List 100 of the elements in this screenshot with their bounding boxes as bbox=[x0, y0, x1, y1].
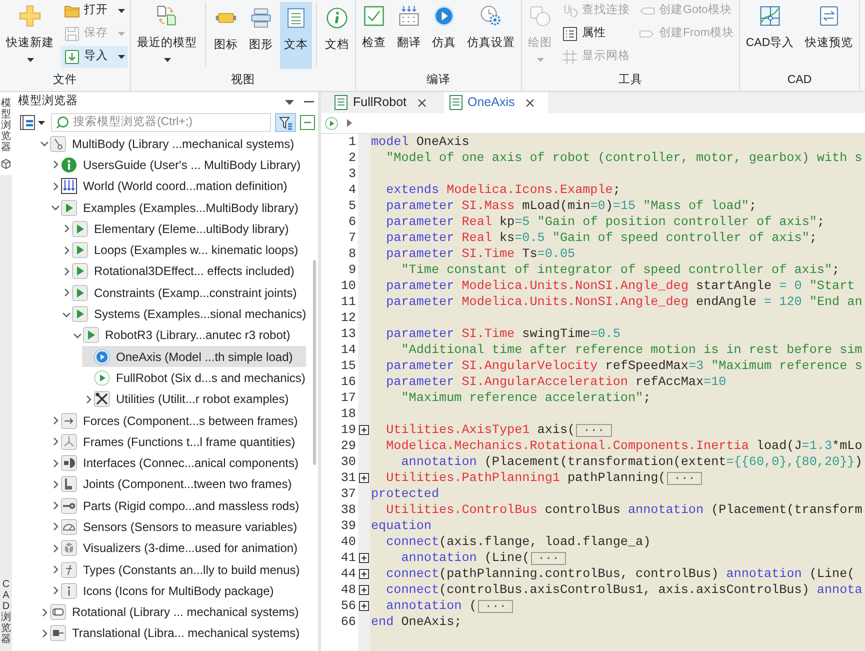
line-number: 41 bbox=[340, 550, 356, 566]
chevron-icon[interactable] bbox=[50, 480, 60, 489]
minimize-icon[interactable] bbox=[304, 101, 314, 103]
chevron-icon[interactable] bbox=[84, 394, 92, 404]
tree-view-button[interactable] bbox=[18, 113, 47, 132]
diagram-view-button[interactable]: 图形 bbox=[245, 2, 277, 69]
line-number: 56 bbox=[340, 598, 356, 614]
text-view-button[interactable]: 文本 bbox=[280, 2, 312, 69]
chevron-icon[interactable] bbox=[40, 628, 48, 638]
tree-item[interactable]: World (World coord...mation definition) bbox=[49, 176, 306, 197]
chevron-icon[interactable] bbox=[50, 501, 60, 510]
tree-item[interactable]: OneAxis (Model ...th simple load) bbox=[82, 346, 306, 368]
tree-item[interactable]: Frames (Functions t...l frame quantities) bbox=[49, 431, 306, 452]
filter-button[interactable] bbox=[275, 113, 296, 132]
chevron-icon[interactable] bbox=[62, 246, 70, 255]
play-icon[interactable] bbox=[325, 116, 338, 130]
expand-icon[interactable] bbox=[359, 425, 369, 435]
chevron-icon[interactable] bbox=[50, 522, 60, 532]
chevron-icon[interactable] bbox=[62, 224, 70, 234]
grid-arrows-icon bbox=[398, 5, 420, 27]
tree-item[interactable]: Rotational3DEffect... effects included) bbox=[60, 260, 306, 282]
recent-models-button[interactable]: 最近的模型 bbox=[133, 0, 201, 67]
tree-item[interactable]: Systems (Examples...sional mechanics) bbox=[60, 303, 306, 325]
tree-item[interactable]: Rotational (Library ... mechanical systems) bbox=[38, 602, 306, 623]
caret-right-icon[interactable] bbox=[347, 119, 352, 127]
chevron-icon[interactable] bbox=[50, 586, 60, 596]
close-icon[interactable] bbox=[418, 98, 426, 106]
tree-item[interactable]: Forces (Component...s between frames) bbox=[49, 410, 306, 432]
chevron-icon[interactable] bbox=[50, 565, 60, 574]
documentation-button[interactable]: 文档 bbox=[321, 2, 353, 69]
simulate-button[interactable]: 仿真 bbox=[428, 0, 460, 67]
chevron-icon[interactable] bbox=[50, 544, 60, 553]
cad-import-button[interactable]: CAD导入 bbox=[742, 0, 798, 67]
info-icon bbox=[61, 582, 77, 599]
chevron-icon[interactable] bbox=[62, 288, 70, 298]
line-number: 39 bbox=[340, 518, 356, 534]
tree-item[interactable]: MultiBody (Library ...mechanical systems) bbox=[38, 133, 306, 154]
tree-item[interactable]: Translational (Libra... mechanical systems) bbox=[38, 622, 306, 644]
code-line: Utilities.ControlBus controlBus annotation (Placement(transform bbox=[385, 502, 862, 518]
side-tab[interactable]: CAD浏览器 bbox=[0, 573, 12, 651]
tree-item[interactable]: Elementary (Eleme...ultiBody library) bbox=[60, 218, 306, 240]
chevron-icon[interactable] bbox=[62, 266, 70, 276]
tree-item[interactable]: FullRobot (Six d...s and mechanics) bbox=[82, 367, 306, 389]
tree-item[interactable]: Interfaces (Connec...anical components) bbox=[49, 452, 306, 474]
tree-item[interactable]: Icons (Icons for MultiBody package) bbox=[49, 580, 306, 602]
chevron-icon[interactable] bbox=[50, 458, 60, 468]
tree-item[interactable]: Loops (Examples w... kinematic loops) bbox=[60, 239, 306, 261]
expand-icon[interactable] bbox=[359, 473, 369, 483]
tree-item[interactable]: Visualizers (3-dime...used for animation) bbox=[49, 538, 306, 559]
tree-item[interactable]: Constraints (Examp...constraint joints) bbox=[60, 282, 306, 304]
scrollbar-thumb[interactable] bbox=[312, 260, 316, 465]
properties-button[interactable]: 属性 bbox=[559, 23, 633, 45]
tree-item[interactable]: Examples (Examples...MultiBody library) bbox=[49, 196, 306, 218]
tree-item[interactable]: Parts (Rigid compo...and massless rods) bbox=[49, 495, 306, 516]
tree-item[interactable]: Types (Constants an...lly to build menus) bbox=[49, 558, 306, 580]
close-icon[interactable] bbox=[526, 98, 534, 106]
chevron-icon[interactable] bbox=[40, 608, 48, 617]
expand-icon[interactable] bbox=[359, 553, 369, 563]
chevron-icon[interactable] bbox=[40, 139, 48, 148]
side-tab[interactable]: 模型浏览器 bbox=[0, 92, 12, 175]
tree-item[interactable]: RobotR3 (Library...anutec r3 robot) bbox=[71, 324, 306, 346]
search-field[interactable]: 搜索模型浏览器(Ctrl+;) bbox=[51, 113, 271, 132]
chevron-icon[interactable] bbox=[50, 437, 60, 446]
play-icon bbox=[72, 263, 88, 280]
folded-code-button[interactable]: ... bbox=[666, 472, 702, 484]
tree-item[interactable]: Sensors (Sensors to measure variables) bbox=[49, 516, 306, 538]
translate-button[interactable]: 翻译 bbox=[393, 0, 425, 67]
caret-icon[interactable] bbox=[285, 100, 294, 104]
code-line: protected bbox=[371, 486, 440, 502]
folded-code-button[interactable]: ... bbox=[478, 600, 514, 612]
expand-icon[interactable] bbox=[359, 569, 369, 579]
tree-item[interactable]: UsersGuide (User's ... MultiBody Library) bbox=[49, 154, 306, 176]
open-button[interactable]: 打开 bbox=[61, 0, 128, 22]
collapse-all-icon[interactable] bbox=[300, 115, 315, 130]
editor-tab[interactable]: OneAxis bbox=[444, 92, 548, 113]
cylinder-icon bbox=[50, 604, 66, 620]
check-button[interactable]: 检查 bbox=[358, 0, 390, 67]
import-button[interactable]: 导入 bbox=[61, 46, 128, 68]
chevron-icon[interactable] bbox=[50, 203, 60, 212]
folded-code-button[interactable]: ... bbox=[530, 552, 566, 564]
new-button[interactable]: 快速新建 bbox=[2, 0, 58, 67]
chevron-icon[interactable] bbox=[50, 182, 60, 191]
folded-code-button[interactable]: ... bbox=[576, 424, 612, 436]
quick-preview-button[interactable]: 快速预览 bbox=[801, 0, 858, 67]
editor-tab[interactable]: FullRobot bbox=[329, 92, 440, 113]
chevron-icon[interactable] bbox=[50, 416, 60, 425]
code-line: "Time constant of integrator of speed controller of axis"; bbox=[400, 262, 840, 278]
play-icon bbox=[72, 306, 88, 322]
icon-view-button[interactable]: 图标 bbox=[210, 2, 242, 69]
tree-item[interactable]: Utilities (Utilit...r robot examples) bbox=[82, 388, 306, 410]
expand-icon[interactable] bbox=[359, 585, 369, 595]
chevron-icon[interactable] bbox=[50, 160, 60, 170]
line-number: 15 bbox=[340, 358, 356, 374]
line-number: 40 bbox=[340, 534, 356, 550]
chevron-icon[interactable] bbox=[62, 310, 70, 319]
tree-item[interactable]: Joints (Component...tween two frames) bbox=[49, 474, 306, 496]
chevron-icon[interactable] bbox=[72, 330, 82, 340]
line-number: 8 bbox=[348, 246, 356, 262]
expand-icon[interactable] bbox=[359, 601, 369, 611]
simulation-settings-button[interactable]: 仿真设置 bbox=[463, 0, 519, 67]
